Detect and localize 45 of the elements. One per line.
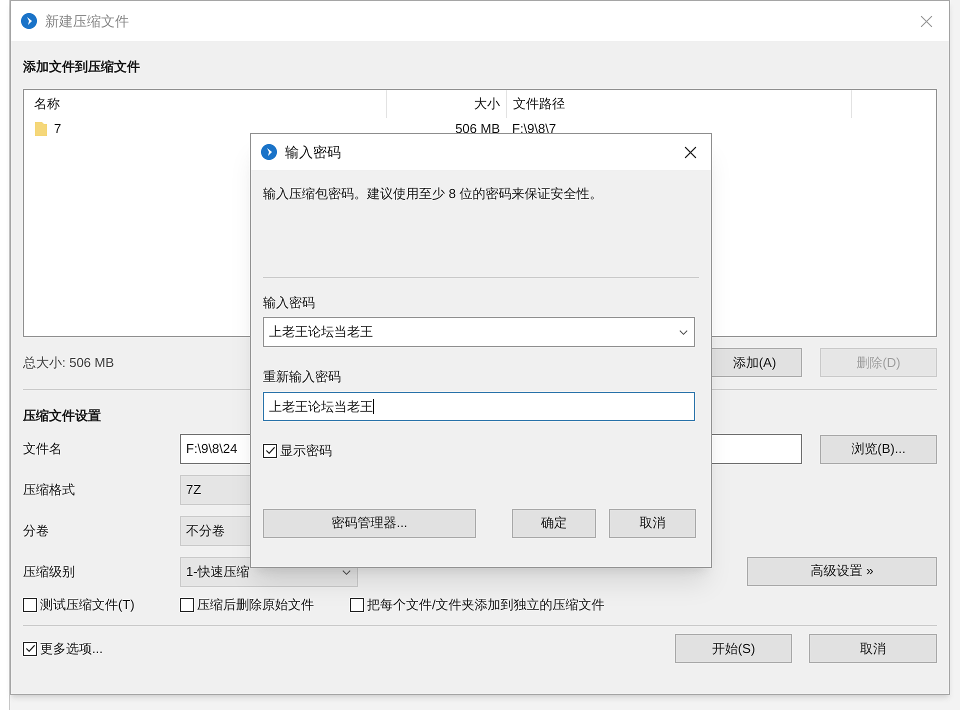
table-cell-text: 7: [54, 120, 62, 138]
button[interactable]: 高级设置 »: [747, 556, 937, 586]
folder-icon: [34, 121, 48, 137]
checkbox[interactable]: [350, 598, 364, 612]
field-label: 压缩格式: [23, 481, 76, 500]
password-dropdown[interactable]: 上老王论坛当老王: [263, 317, 695, 347]
checkbox-label: 压缩后删除原始文件: [197, 596, 314, 614]
button[interactable]: 取消: [609, 508, 696, 538]
window-title: 新建压缩文件: [45, 12, 129, 30]
field-label: 重新输入密码: [263, 368, 342, 385]
column-header[interactable]: 名称: [24, 90, 386, 118]
field-label: 分卷: [23, 522, 50, 540]
check-icon: [24, 643, 36, 654]
field-label: 文件名: [23, 440, 63, 458]
field-label: 压缩级别: [23, 563, 76, 582]
checkbox-label: 把每个文件/文件夹添加到独立的压缩文件: [367, 596, 605, 614]
field-label: 输入密码: [263, 294, 316, 311]
column-header[interactable]: 文件路径: [506, 90, 852, 118]
checkbox[interactable]: [180, 598, 194, 612]
checkbox-label: 显示密码: [280, 442, 332, 460]
button[interactable]: 开始(S): [675, 634, 792, 663]
close-icon: [920, 14, 933, 28]
dialog-title: 输入密码: [285, 142, 341, 162]
checkbox-label: 更多选项...: [40, 640, 103, 658]
button[interactable]: 浏览(B)...: [820, 434, 937, 464]
section-heading: 压缩文件设置: [23, 407, 101, 424]
checkbox[interactable]: [263, 444, 277, 458]
table-cell-text: F:\9\8\7: [511, 120, 558, 138]
checkbox[interactable]: [23, 598, 37, 612]
app-logo-icon: [261, 144, 277, 160]
button[interactable]: 取消: [809, 634, 937, 663]
input-field[interactable]: 上老王论坛当老王: [263, 392, 695, 421]
checkbox[interactable]: [23, 642, 37, 656]
check-icon: [264, 445, 276, 456]
text-cursor: [373, 399, 374, 414]
total-size-text: 总大小: 506 MB: [23, 354, 116, 372]
message-text: 输入压缩包密码。建议使用至少 8 位的密码来保证安全性。: [263, 185, 604, 202]
table-cell-text: 506 MB: [454, 120, 501, 138]
app-logo-icon: [21, 13, 37, 29]
section-heading: 添加文件到压缩文件: [23, 58, 140, 75]
checkbox-label: 测试压缩文件(T): [40, 596, 135, 614]
button[interactable]: 确定: [512, 508, 596, 538]
close-icon: [684, 146, 697, 158]
button[interactable]: 密码管理器...: [263, 508, 476, 538]
column-header[interactable]: 大小: [386, 90, 506, 118]
